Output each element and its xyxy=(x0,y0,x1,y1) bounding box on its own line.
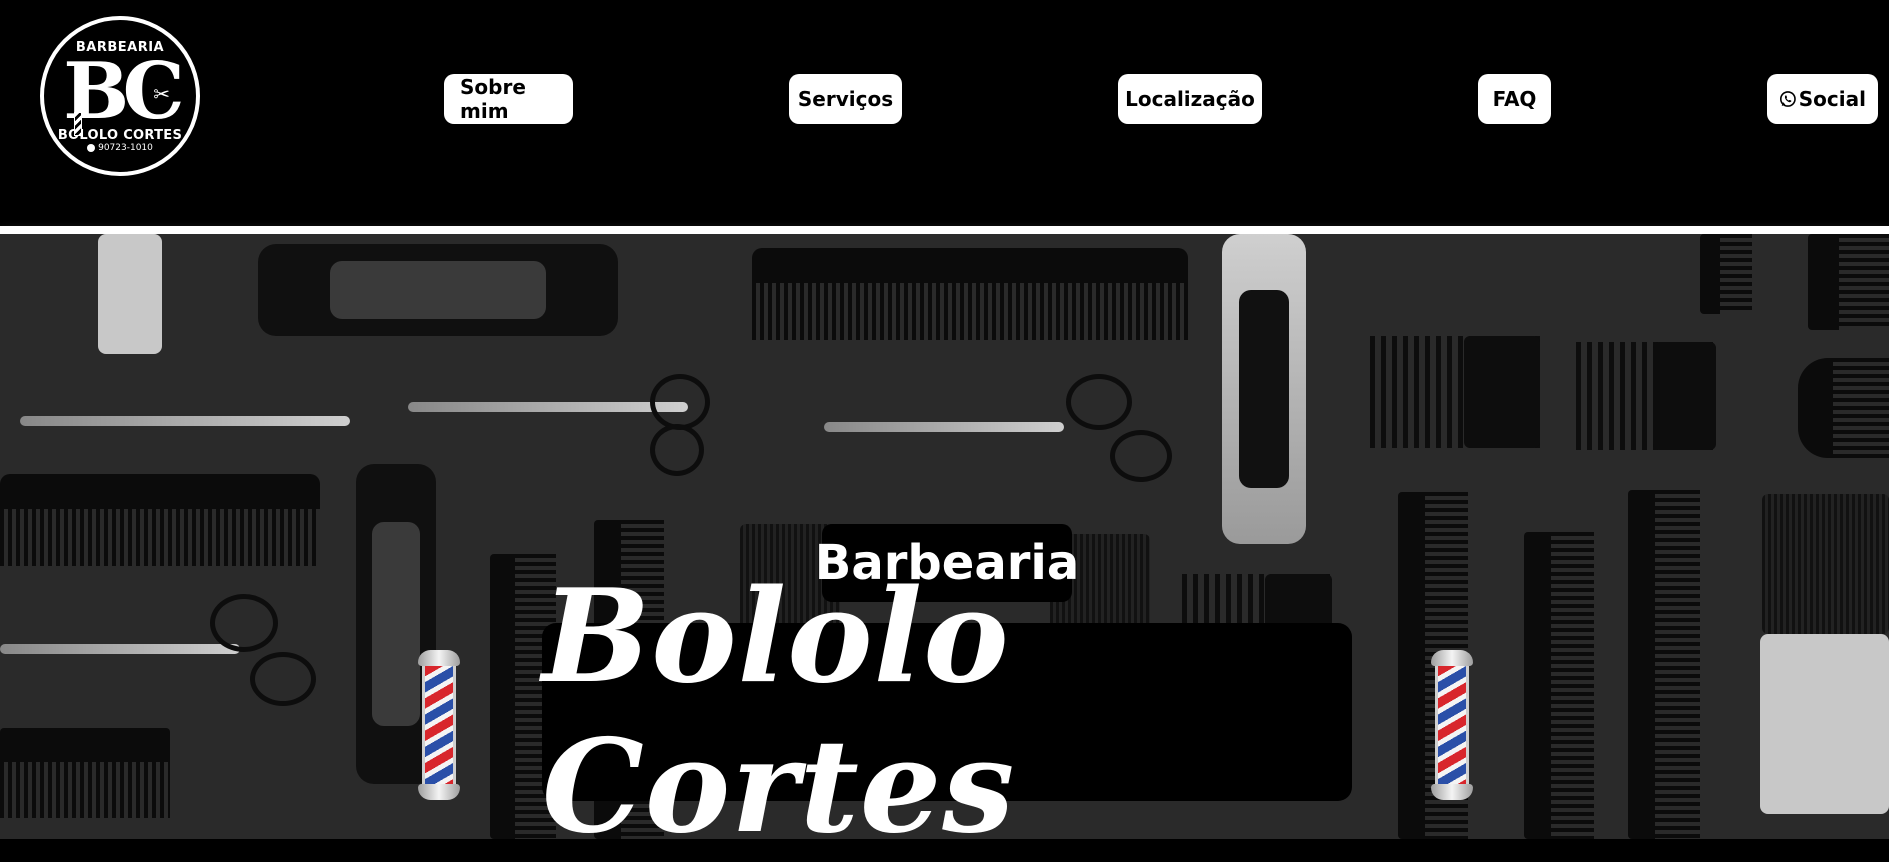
brush-handle-image xyxy=(1760,634,1889,814)
nav-faq-button[interactable]: FAQ xyxy=(1478,74,1551,124)
scissors-image xyxy=(210,594,278,652)
barber-pole-bottom xyxy=(1431,784,1473,800)
site-header: BARBEARIA BC ✂ BOLOLO CORTES 90723-1010 … xyxy=(0,0,1889,226)
nav-servicos-button[interactable]: Serviços xyxy=(789,74,902,124)
razor-image xyxy=(20,416,350,426)
nav-faq-label: FAQ xyxy=(1492,87,1537,111)
comb-image xyxy=(752,248,1188,340)
clipper-image xyxy=(258,244,618,336)
scissors-image xyxy=(250,652,316,706)
nav-localizacao-label: Localização xyxy=(1125,87,1255,111)
comb-image xyxy=(1628,490,1700,839)
scissors-image xyxy=(1110,430,1172,482)
comb-image xyxy=(1798,358,1889,458)
logo-phone: 90723-1010 xyxy=(87,142,153,154)
brush-handle-image xyxy=(98,234,162,354)
clipper-guard-image xyxy=(1576,342,1716,450)
nav-sobre-mim-label: Sobre mim xyxy=(460,75,526,123)
nav-servicos-label: Serviços xyxy=(797,87,894,111)
scissors-image xyxy=(650,424,704,476)
barber-pole-top xyxy=(418,650,460,666)
barber-pole-stripes xyxy=(1435,666,1469,784)
barber-pole-stripes xyxy=(422,666,456,784)
scissors-image xyxy=(408,402,688,412)
barber-pole-bottom xyxy=(418,784,460,800)
scissors-icon: ✂ xyxy=(153,82,170,106)
barber-pole-icon xyxy=(418,650,460,800)
clipper-image xyxy=(1222,234,1306,544)
logo[interactable]: BARBEARIA BC ✂ BOLOLO CORTES 90723-1010 xyxy=(40,16,200,176)
comb-image xyxy=(0,474,320,566)
nav-social-button[interactable]: Social xyxy=(1767,74,1878,124)
clipper-guard-image xyxy=(1370,336,1540,448)
header-divider xyxy=(0,226,1889,234)
whatsapp-icon xyxy=(87,144,96,152)
whatsapp-icon xyxy=(1779,91,1796,107)
comb-image xyxy=(1524,532,1594,839)
comb-image xyxy=(0,728,170,818)
barber-pole-icon xyxy=(74,112,82,136)
nav-localizacao-button[interactable]: Localização xyxy=(1118,74,1262,124)
scissors-image xyxy=(824,422,1064,432)
logo-phone-number: 90723-1010 xyxy=(98,143,153,153)
barber-pole-icon xyxy=(1431,650,1473,800)
neck-brush-image xyxy=(1762,494,1889,634)
scissors-image xyxy=(1066,374,1132,430)
scissors-image xyxy=(650,374,710,430)
nav-sobre-mim-button[interactable]: Sobre mim xyxy=(444,74,573,124)
scissors-image xyxy=(0,644,240,654)
comb-image xyxy=(1700,234,1752,314)
comb-image xyxy=(1808,234,1889,330)
nav-social-label: Social xyxy=(1798,87,1866,111)
barber-pole-top xyxy=(1431,650,1473,666)
hero-title: Bololo Cortes xyxy=(542,562,1352,862)
